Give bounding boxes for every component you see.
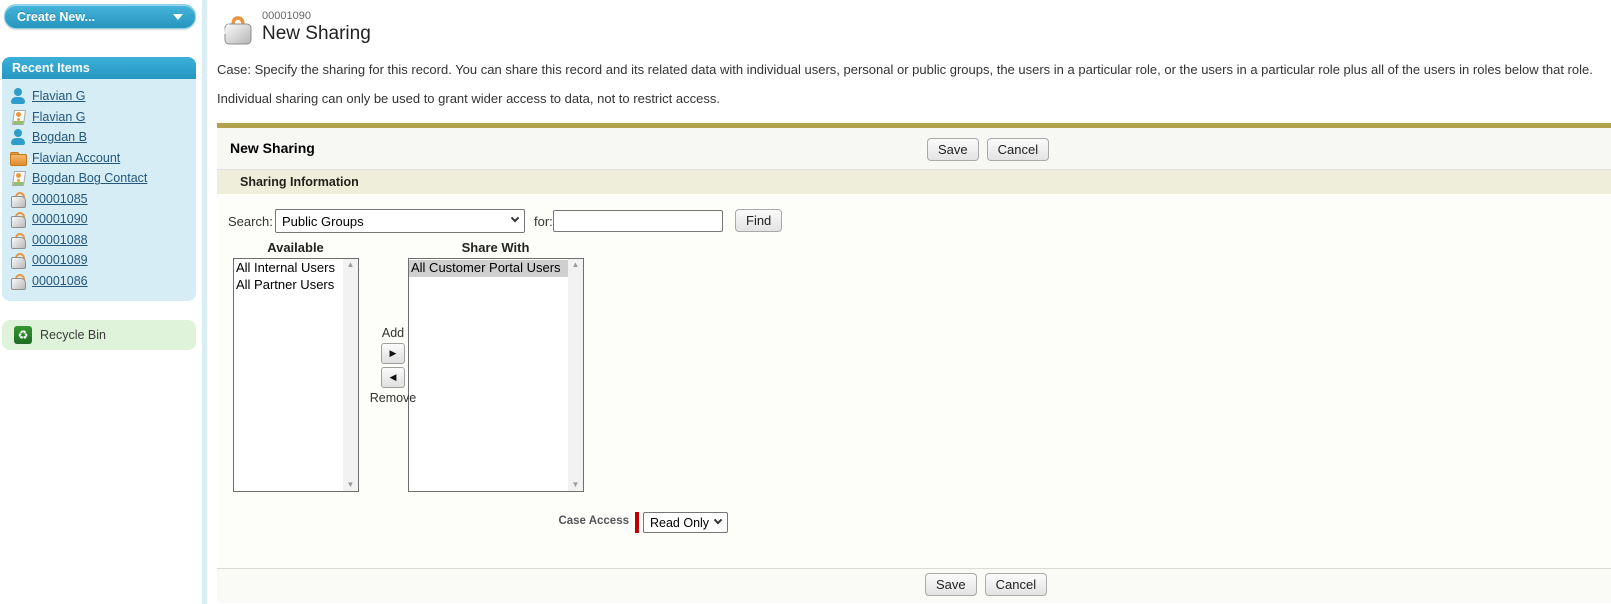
case-icon bbox=[10, 232, 26, 249]
create-new-label: Create New... bbox=[17, 9, 96, 24]
list-item: Flavian Account bbox=[10, 148, 192, 169]
cancel-button[interactable]: Cancel bbox=[986, 138, 1050, 161]
user-icon bbox=[10, 88, 26, 105]
case-icon bbox=[10, 252, 26, 270]
panel-footer bbox=[217, 568, 1611, 603]
find-button[interactable]: Find bbox=[735, 209, 783, 232]
page-header: 00001090 New Sharing bbox=[222, 10, 371, 46]
list-item: 00001090 bbox=[10, 209, 192, 230]
search-label: Search: bbox=[228, 214, 273, 229]
chevron-down-icon bbox=[510, 213, 520, 223]
chevron-down-icon bbox=[173, 13, 183, 20]
case-access-select[interactable]: Read Only bbox=[643, 512, 728, 533]
required-field-indicator bbox=[635, 512, 639, 533]
description-line-2: Individual sharing can only be used to g… bbox=[217, 91, 720, 106]
list-item: 00001089 bbox=[10, 250, 192, 271]
case-icon bbox=[10, 191, 26, 208]
add-button[interactable]: ▶ bbox=[381, 343, 405, 364]
search-input[interactable] bbox=[553, 210, 723, 232]
scroll-up-icon[interactable]: ▲ bbox=[347, 261, 355, 269]
bottom-button-group: Save Cancel bbox=[925, 573, 1048, 596]
share-with-listbox[interactable]: All Customer Portal Users ▲ ▼ bbox=[408, 258, 584, 492]
list-item: Bogdan B bbox=[10, 127, 192, 148]
recycle-bin-module[interactable]: Recycle Bin bbox=[2, 320, 196, 350]
recycle-bin-link[interactable]: Recycle Bin bbox=[40, 328, 106, 342]
cancel-button[interactable]: Cancel bbox=[984, 573, 1048, 596]
listbox-option[interactable]: All Customer Portal Users bbox=[409, 260, 568, 277]
recent-item-link[interactable]: 00001090 bbox=[32, 212, 88, 226]
available-listbox[interactable]: All Internal Users All Partner Users ▲ ▼ bbox=[233, 258, 359, 492]
top-button-group: Save Cancel bbox=[927, 138, 1050, 161]
case-icon bbox=[10, 211, 26, 229]
remove-label: Remove bbox=[369, 391, 417, 405]
section-title: Sharing Information bbox=[240, 175, 359, 189]
header-text: 00001090 New Sharing bbox=[262, 10, 371, 46]
new-sharing-panel: New Sharing Save Cancel Sharing Informat… bbox=[217, 123, 1611, 603]
search-type-selected-value: Public Groups bbox=[282, 213, 364, 229]
add-label: Add bbox=[381, 326, 405, 340]
list-item: Flavian G bbox=[10, 86, 192, 107]
recent-item-link[interactable]: Bogdan B bbox=[32, 130, 87, 144]
share-with-options: All Customer Portal Users bbox=[409, 259, 568, 491]
case-icon bbox=[10, 273, 26, 290]
list-item: Flavian G bbox=[10, 107, 192, 128]
recent-item-link[interactable]: 00001088 bbox=[32, 233, 88, 247]
create-new-button[interactable]: Create New... bbox=[4, 4, 196, 29]
recent-item-link[interactable]: Flavian G bbox=[32, 89, 86, 103]
scrollbar[interactable]: ▲ ▼ bbox=[343, 259, 358, 491]
arrow-right-icon: ▶ bbox=[389, 348, 397, 358]
chevron-down-icon bbox=[713, 515, 723, 524]
sidebar-divider bbox=[202, 0, 207, 604]
for-label: for: bbox=[534, 214, 553, 229]
save-button[interactable]: Save bbox=[925, 573, 977, 596]
list-item: 00001085 bbox=[10, 189, 192, 210]
sidebar: Create New... Recent Items Flavian G Fla… bbox=[0, 0, 207, 604]
recent-items-title: Recent Items bbox=[12, 61, 90, 75]
case-icon bbox=[224, 16, 252, 45]
panel-header: New Sharing Save Cancel bbox=[217, 128, 1611, 170]
scroll-up-icon[interactable]: ▲ bbox=[572, 261, 580, 269]
recent-item-link[interactable]: Flavian G bbox=[32, 110, 86, 124]
scroll-down-icon[interactable]: ▼ bbox=[572, 481, 580, 489]
contact-icon bbox=[10, 109, 26, 125]
search-type-select[interactable]: Public Groups bbox=[275, 209, 525, 233]
available-options: All Internal Users All Partner Users bbox=[234, 259, 343, 491]
list-item: Bogdan Bog Contact bbox=[10, 168, 192, 189]
recent-item-link[interactable]: Flavian Account bbox=[32, 151, 120, 165]
available-label: Available bbox=[267, 240, 324, 255]
recent-item-link[interactable]: Bogdan Bog Contact bbox=[32, 171, 147, 185]
add-remove-controls: Add ▶ ◀ Remove bbox=[363, 326, 423, 405]
user-icon bbox=[10, 129, 26, 146]
listbox-option[interactable]: All Internal Users bbox=[234, 260, 343, 277]
record-number: 00001090 bbox=[262, 10, 311, 22]
recent-items-header: Recent Items bbox=[2, 57, 196, 79]
save-button[interactable]: Save bbox=[927, 138, 979, 161]
contact-icon bbox=[10, 170, 26, 186]
share-with-label: Share With bbox=[461, 240, 530, 255]
page-title: New Sharing bbox=[262, 23, 371, 44]
recycle-bin-icon bbox=[14, 326, 32, 344]
case-access-label: Case Access bbox=[558, 515, 629, 527]
scrollbar[interactable]: ▲ ▼ bbox=[568, 259, 583, 491]
case-access-selected-value: Read Only bbox=[650, 515, 710, 530]
list-item: 00001088 bbox=[10, 230, 192, 251]
recent-items-body: Flavian G Flavian G Bogdan B Flavian Acc… bbox=[2, 79, 196, 301]
scroll-down-icon[interactable]: ▼ bbox=[347, 481, 355, 489]
recent-item-link[interactable]: 00001089 bbox=[32, 253, 88, 267]
list-item: 00001086 bbox=[10, 271, 192, 292]
description-line-1: Case: Specify the sharing for this recor… bbox=[217, 62, 1593, 77]
remove-button[interactable]: ◀ bbox=[381, 367, 405, 388]
panel-title: New Sharing bbox=[230, 140, 315, 156]
listbox-option[interactable]: All Partner Users bbox=[234, 277, 343, 294]
folder-icon bbox=[10, 150, 27, 166]
recent-item-link[interactable]: 00001085 bbox=[32, 192, 88, 206]
recent-items-list: Flavian G Flavian G Bogdan B Flavian Acc… bbox=[10, 86, 192, 291]
recent-item-link[interactable]: 00001086 bbox=[32, 274, 88, 288]
arrow-left-icon: ◀ bbox=[389, 372, 397, 382]
recent-items-module: Recent Items Flavian G Flavian G Bogdan … bbox=[2, 57, 196, 301]
sharing-information-section-header: Sharing Information bbox=[217, 170, 1611, 194]
